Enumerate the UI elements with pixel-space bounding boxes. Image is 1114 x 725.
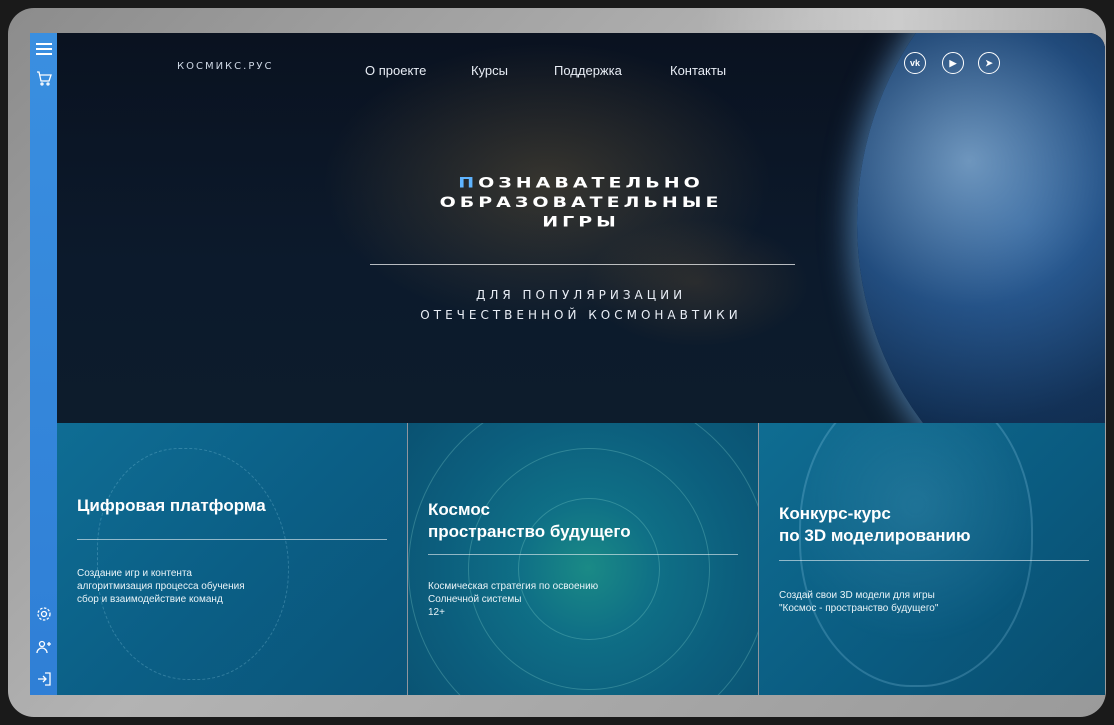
frame-highlight [698, 8, 1098, 30]
card-digital-platform[interactable]: Цифровая платформа Создание игр и контен… [57, 423, 407, 695]
card-description: Космическая стратегия по освоению Солнеч… [428, 580, 598, 619]
card-space-future[interactable]: Космос пространство будущего Космическая… [408, 423, 758, 695]
card-text-line: Создание игр и контента [77, 568, 192, 579]
card-3d-contest[interactable]: Конкурс-курс по 3D моделированию Создай … [759, 423, 1105, 695]
card-text-line: 12+ [428, 607, 445, 618]
card-title: Цифровая платформа [77, 496, 266, 515]
hero-subtitle-line2: отечественной космонавтики [420, 308, 742, 322]
card-title-line: по 3D моделированию [779, 526, 971, 545]
vk-icon[interactable]: vk [904, 52, 926, 74]
hero-title-accent: П [458, 174, 479, 192]
feature-cards: Цифровая платформа Создание игр и контен… [57, 423, 1105, 695]
cart-icon[interactable] [33, 67, 54, 88]
card-text-line: Создай свои 3D модели для игры [779, 590, 935, 601]
hero-title: Познавательно образовательные игры [57, 173, 1105, 232]
card-title-line: Конкурс-курс [779, 504, 891, 523]
hero-title-line2: образовательные [439, 194, 723, 211]
hero-title-line1: ознавательно [478, 174, 704, 192]
telegram-icon[interactable]: ➤ [978, 52, 1000, 74]
card-divider-line [779, 560, 1089, 561]
youtube-icon[interactable]: ▶ [942, 52, 964, 74]
card-description: Создай свои 3D модели для игры "Космос -… [779, 589, 938, 615]
nav-support[interactable]: Поддержка [554, 63, 622, 78]
hero-banner: КОСМИКС.РУС О проекте Курсы Поддержка Ко… [57, 33, 1105, 423]
card-description: Создание игр и контента алгоритмизация п… [77, 567, 245, 606]
hero-title-line3: игры [542, 213, 620, 231]
card-text-line: Космическая стратегия по освоению [428, 581, 599, 592]
hero-subtitle-line1: для популяризации [475, 288, 687, 302]
sidebar [30, 33, 57, 695]
card-divider-line [77, 539, 387, 540]
hero-divider [370, 264, 795, 265]
card-text-line: "Космос - пространство будущего" [779, 603, 939, 614]
card-text-line: алгоритмизация процесса обучения [77, 581, 245, 592]
card-divider-line [428, 554, 738, 555]
card-title-line: Космос [428, 500, 490, 519]
add-user-icon[interactable] [33, 636, 54, 657]
card-text-line: Солнечной системы [428, 594, 522, 605]
card-title-line: пространство будущего [428, 522, 631, 541]
login-icon[interactable] [33, 668, 54, 689]
brain-circuit-image [97, 448, 289, 680]
card-title: Космос пространство будущего [428, 499, 631, 543]
orbit-ring [408, 423, 758, 695]
gear-icon[interactable] [33, 603, 54, 624]
card-title: Конкурс-курс по 3D моделированию [779, 503, 971, 547]
hero-subtitle: для популяризации отечественной космонав… [57, 285, 1105, 325]
card-text-line: сбор и взаимодействие команд [77, 594, 223, 605]
menu-icon[interactable] [33, 38, 54, 59]
nav-contacts[interactable]: Контакты [670, 63, 726, 78]
nav-about[interactable]: О проекте [365, 63, 426, 78]
astronaut-helmet-image [799, 423, 1033, 687]
screen: КОСМИКС.РУС О проекте Курсы Поддержка Ко… [30, 33, 1105, 695]
nav-courses[interactable]: Курсы [471, 63, 508, 78]
